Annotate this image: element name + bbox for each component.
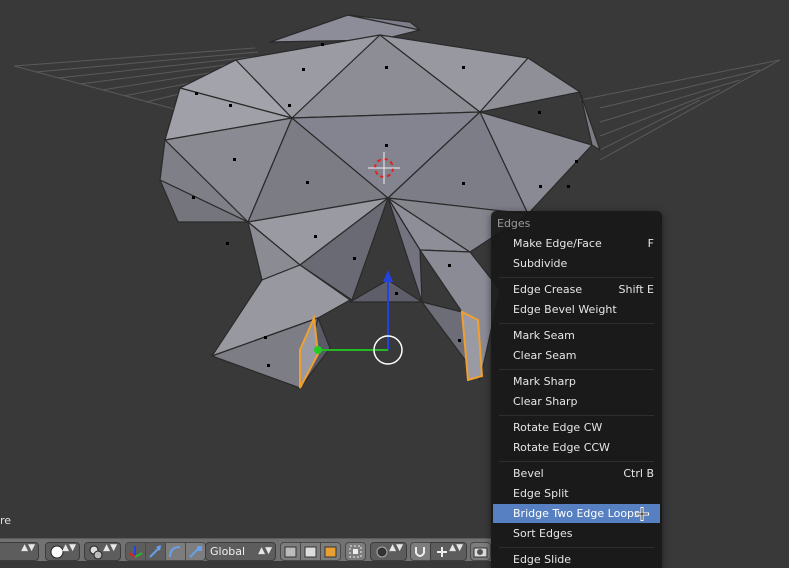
- menu-item-label: Bridge Two Edge Loops: [513, 507, 640, 520]
- editor-type-dropdown[interactable]: ▲▼: [0, 542, 39, 561]
- solid-icon: [284, 546, 297, 558]
- menu-item-edge-bevel-weight[interactable]: Edge Bevel Weight: [493, 300, 660, 319]
- transform-orientation-label: Global: [210, 545, 246, 558]
- limit-selection-visible-button[interactable]: [345, 542, 366, 561]
- menu-item-label: Subdivide: [513, 257, 568, 270]
- menu-item-clear-seam[interactable]: Clear Seam: [493, 346, 660, 365]
- render-icon: [473, 547, 488, 558]
- wire-icon: [304, 546, 317, 558]
- menu-separator: [499, 369, 654, 370]
- menu-item-label: Edge Split: [513, 487, 569, 500]
- texture-icon: [324, 546, 337, 558]
- menu-item-label: Rotate Edge CW: [513, 421, 603, 434]
- face-select-mode-button[interactable]: [320, 542, 341, 561]
- menu-separator: [499, 277, 654, 278]
- menu-item-label: Mark Seam: [513, 329, 575, 342]
- proportional-editing-dropdown[interactable]: ▲▼: [370, 542, 407, 561]
- scale-manipulator-button[interactable]: [185, 542, 206, 561]
- dropdown-arrow-icon: ▲▼: [21, 543, 35, 553]
- snap-element-dropdown[interactable]: ▲▼: [430, 542, 467, 561]
- viewport-shading-dropdown[interactable]: ▲▼: [45, 542, 80, 561]
- menu-item-sort-edges[interactable]: Sort Edges: [493, 524, 660, 543]
- selected-face-right: [460, 310, 484, 382]
- proportional-icon: [376, 546, 388, 558]
- scale-icon: [189, 546, 202, 558]
- snap-toggle-button[interactable]: [410, 542, 431, 561]
- translate-icon: [149, 545, 161, 558]
- render-preview-button[interactable]: [470, 542, 491, 561]
- menu-item-label: Clear Sharp: [513, 395, 578, 408]
- pivot-point-dropdown[interactable]: ▲▼: [84, 542, 121, 561]
- menu-item-label: Sort Edges: [513, 527, 573, 540]
- viewport-partial-label: re: [0, 514, 12, 527]
- menu-item-edge-crease[interactable]: Edge Crease Shift E: [493, 280, 660, 299]
- menu-separator: [499, 415, 654, 416]
- menu-item-mark-sharp[interactable]: Mark Sharp: [493, 372, 660, 391]
- edges-menu: Edges Make Edge/Face F Subdivide Edge Cr…: [491, 211, 662, 568]
- manipulator-icon: [128, 546, 143, 558]
- vertex-select-mode-button[interactable]: [280, 542, 301, 561]
- dropdown-arrow-icon: ▲▼: [62, 543, 76, 553]
- menu-item-shortcut: Ctrl B: [623, 467, 654, 480]
- mesh-scene[interactable]: [0, 0, 789, 568]
- translate-manipulator-button[interactable]: [145, 542, 166, 561]
- pivot-point-icon: [89, 545, 103, 560]
- occlude-icon: [349, 545, 362, 558]
- menu-item-edge-slide[interactable]: Edge Slide: [493, 550, 660, 568]
- snap-icon: [437, 547, 447, 557]
- menu-item-label: Mark Sharp: [513, 375, 576, 388]
- menu-item-label: Clear Seam: [513, 349, 577, 362]
- viewport-header-toolbar: ▲▼ ▲▼ ▲▼ Global ▲▼ ▲▼ ▲▼: [0, 538, 491, 561]
- transform-orientation-dropdown[interactable]: Global ▲▼: [205, 542, 276, 561]
- menu-item-make-edge-face[interactable]: Make Edge/Face F: [493, 234, 660, 253]
- magnet-icon: [415, 547, 425, 557]
- dropdown-arrow-icon: ▲▼: [449, 543, 463, 553]
- menu-item-label: Make Edge/Face: [513, 237, 602, 250]
- menu-item-label: Edge Bevel Weight: [513, 303, 617, 316]
- manipulator-toggle-button[interactable]: [125, 542, 146, 561]
- menu-title: Edges: [497, 217, 531, 230]
- menu-item-label: Edge Crease: [513, 283, 583, 296]
- menu-item-clear-sharp[interactable]: Clear Sharp: [493, 392, 660, 411]
- menu-item-bridge-two-edge-loops[interactable]: Bridge Two Edge Loops: [493, 504, 660, 523]
- menu-item-mark-seam[interactable]: Mark Seam: [493, 326, 660, 345]
- menu-item-edge-split[interactable]: Edge Split: [493, 484, 660, 503]
- 3d-viewport[interactable]: re ▲▼ ▲▼ ▲▼ Global ▲▼ ▲▼ ▲▼ Edges Make E…: [0, 0, 789, 568]
- menu-item-label: Bevel: [513, 467, 544, 480]
- rotate-manipulator-button[interactable]: [165, 542, 186, 561]
- menu-separator: [499, 461, 654, 462]
- menu-item-bevel[interactable]: Bevel Ctrl B: [493, 464, 660, 483]
- menu-item-label: Rotate Edge CCW: [513, 441, 610, 454]
- menu-separator: [499, 323, 654, 324]
- menu-item-subdivide[interactable]: Subdivide: [493, 254, 660, 273]
- menu-item-label: Edge Slide: [513, 553, 572, 566]
- menu-separator: [499, 547, 654, 548]
- dropdown-arrow-icon: ▲▼: [389, 543, 403, 553]
- menu-item-rotate-edge-ccw[interactable]: Rotate Edge CCW: [493, 438, 660, 457]
- menu-item-rotate-edge-cw[interactable]: Rotate Edge CW: [493, 418, 660, 437]
- mouse-cursor-icon: [635, 507, 649, 521]
- menu-item-shortcut: F: [647, 237, 654, 250]
- edge-select-mode-button[interactable]: [300, 542, 321, 561]
- rotate-icon: [169, 546, 181, 558]
- dropdown-arrow-icon: ▲▼: [103, 543, 117, 553]
- dropdown-arrow-icon: ▲▼: [258, 546, 272, 556]
- menu-item-shortcut: Shift E: [618, 283, 654, 296]
